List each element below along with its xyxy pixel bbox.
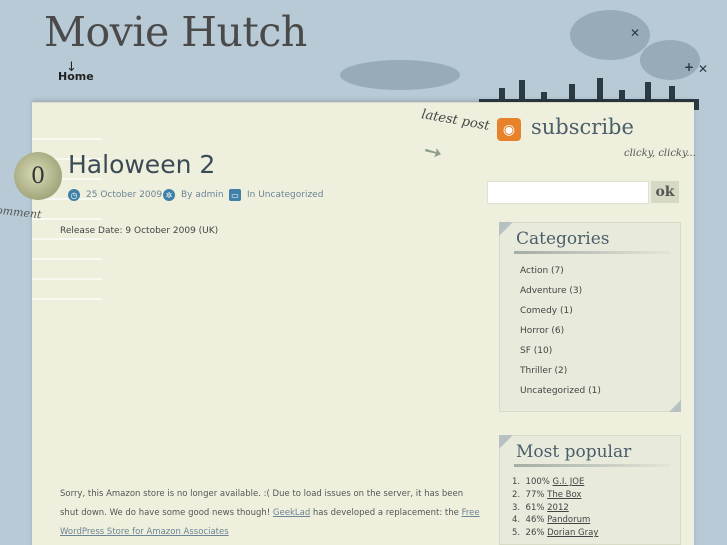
most-popular-box: Most popular 1. 100% G.I. JOE 2. 77% The… xyxy=(499,435,681,545)
category-item[interactable]: SF (10) xyxy=(520,343,601,363)
post-author-text[interactable]: By admin xyxy=(181,190,224,200)
amazon-notice: Sorry, this Amazon store is no longer av… xyxy=(60,485,480,542)
popular-item: 2. 77% The Box xyxy=(512,489,598,502)
popular-rank: 1. xyxy=(512,477,521,487)
comment-count-bubble[interactable]: 0 xyxy=(14,152,62,200)
x-decoration: ✕ xyxy=(630,26,641,40)
popular-item: 4. 46% Pandorum xyxy=(512,514,598,527)
popular-percent: 61% xyxy=(525,502,545,513)
category-item[interactable]: Adventure (3) xyxy=(520,283,601,303)
category-item[interactable]: Action (7) xyxy=(520,263,601,283)
nav-home-link[interactable]: Home xyxy=(58,70,94,83)
post-date-text: 25 October 2009 xyxy=(86,190,163,200)
popular-link[interactable]: Dorian Gray xyxy=(547,528,598,538)
popular-item: 5. 26% Dorian Gray xyxy=(512,527,598,540)
category-item[interactable]: Comedy (1) xyxy=(520,303,601,323)
x-decoration: + xyxy=(684,60,695,74)
search-button[interactable]: ok xyxy=(651,181,679,203)
popular-rank: 3. xyxy=(512,502,521,513)
title-underline xyxy=(514,464,670,467)
popular-item: 3. 61% 2012 xyxy=(512,502,598,515)
x-decoration: ✕ xyxy=(698,62,709,76)
post-author: ✲ By admin xyxy=(163,189,224,201)
popular-rank: 4. xyxy=(512,515,521,526)
comment-count: 0 xyxy=(31,163,45,189)
category-item[interactable]: Thriller (2) xyxy=(520,363,601,383)
box-corner xyxy=(499,435,513,449)
most-popular-title: Most popular xyxy=(516,442,632,462)
search-input[interactable] xyxy=(487,181,649,204)
post-category-text[interactable]: In Uncategorized xyxy=(247,190,323,200)
title-underline xyxy=(514,251,670,254)
site-title[interactable]: Movie Hutch xyxy=(44,8,307,56)
subscribe-link[interactable]: subscribe xyxy=(531,115,634,139)
post-date: ◷ 25 October 2009 xyxy=(68,189,162,201)
popular-link[interactable]: G.I. JOE xyxy=(553,477,585,487)
popular-rank: 2. xyxy=(512,489,521,500)
popular-link[interactable]: 2012 xyxy=(547,503,569,513)
categories-list: Action (7) Adventure (3) Comedy (1) Horr… xyxy=(520,263,601,403)
box-corner xyxy=(669,400,681,412)
post-title[interactable]: Haloween 2 xyxy=(68,150,215,179)
popular-link[interactable]: The Box xyxy=(547,490,581,500)
popular-item: 1. 100% G.I. JOE xyxy=(512,476,598,489)
background-splatter xyxy=(340,60,460,90)
clicky-label: clicky, clicky... xyxy=(624,148,696,159)
popular-percent: 46% xyxy=(525,515,545,526)
gear-icon: ✲ xyxy=(163,189,175,201)
popular-link[interactable]: Pandorum xyxy=(547,515,590,525)
post-category: ▭ In Uncategorized xyxy=(229,189,323,201)
popular-percent: 26% xyxy=(525,528,545,539)
geeklad-link[interactable]: GeekLad xyxy=(273,508,310,518)
popular-rank: 5. xyxy=(512,528,521,539)
category-item[interactable]: Horror (6) xyxy=(520,323,601,343)
rss-icon[interactable]: ◉ xyxy=(497,118,521,141)
categories-box: Categories Action (7) Adventure (3) Come… xyxy=(499,222,681,412)
popular-percent: 100% xyxy=(525,477,550,487)
folder-icon: ▭ xyxy=(229,189,241,201)
release-date: Release Date: 9 October 2009 (UK) xyxy=(60,226,219,236)
paper-texture xyxy=(32,120,102,300)
category-item[interactable]: Uncategorized (1) xyxy=(520,383,601,403)
clock-icon: ◷ xyxy=(68,189,80,201)
box-corner xyxy=(499,222,513,236)
categories-title: Categories xyxy=(516,229,610,249)
most-popular-list: 1. 100% G.I. JOE 2. 77% The Box 3. 61% 2… xyxy=(512,476,598,540)
popular-percent: 77% xyxy=(525,489,545,500)
notice-text-2: has developed a replacement: the xyxy=(310,508,462,518)
